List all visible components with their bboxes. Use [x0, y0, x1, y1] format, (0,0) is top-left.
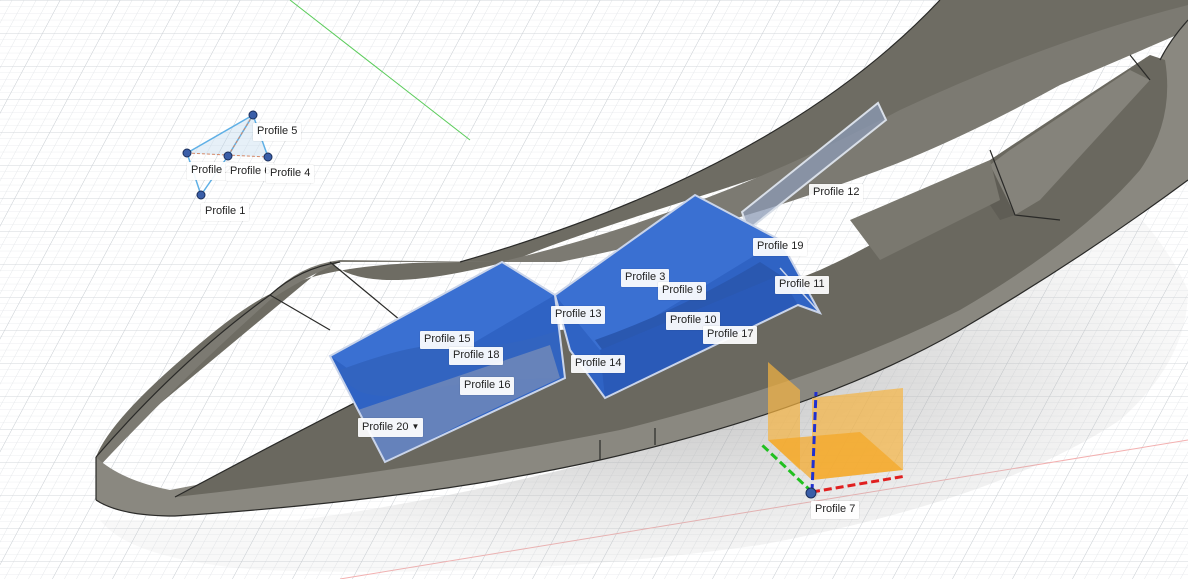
- profile-label-text: Profile 13: [555, 308, 602, 320]
- profile-label-text: Profile 18: [453, 349, 500, 361]
- profile-label-17[interactable]: Profile 17: [703, 326, 758, 344]
- profile-label-text: Profile 6: [230, 165, 271, 177]
- profile-label-9[interactable]: Profile 9: [658, 282, 707, 300]
- profile-label-13[interactable]: Profile 13: [551, 306, 606, 324]
- profile-label-text: Profile 14: [575, 357, 622, 369]
- profile-label-4[interactable]: Profile 4: [266, 165, 315, 183]
- model-scene[interactable]: [0, 0, 1188, 579]
- profile-label-18[interactable]: Profile 18: [449, 347, 504, 365]
- 3d-viewport[interactable]: Profile 5 Profile 2 Profile 6 Profile 4 …: [0, 0, 1188, 579]
- profile-label-12[interactable]: Profile 12: [809, 184, 864, 202]
- profile-label-text: Profile 12: [813, 186, 860, 198]
- profile-label-20[interactable]: Profile 20 ▼: [358, 418, 424, 437]
- profile-label-text: Profile 7: [815, 503, 856, 515]
- profile-label-text: Profile 17: [707, 328, 754, 340]
- chevron-down-icon[interactable]: ▼: [411, 422, 419, 431]
- profile-label-16[interactable]: Profile 16: [460, 377, 515, 395]
- profile-label-text: Profile 20: [362, 421, 409, 433]
- profile-label-1[interactable]: Profile 1: [201, 203, 250, 221]
- profile-label-text: Profile 15: [424, 333, 471, 345]
- profile-label-text: Profile 19: [757, 240, 804, 252]
- profile-label-7[interactable]: Profile 7: [811, 501, 860, 519]
- profile-label-text: Profile 4: [270, 167, 311, 179]
- profile-label-19[interactable]: Profile 19: [753, 238, 808, 256]
- profile-label-text: Profile 16: [464, 379, 511, 391]
- profile-label-text: Profile 1: [205, 205, 246, 217]
- profile-label-text: Profile 5: [257, 125, 298, 137]
- profile-label-5[interactable]: Profile 5: [253, 123, 302, 141]
- profile-label-text: Profile 11: [779, 278, 825, 290]
- profile-label-text: Profile 9: [662, 284, 703, 296]
- profile-label-14[interactable]: Profile 14: [571, 355, 626, 373]
- origin-point: [805, 487, 817, 499]
- profile-label-11[interactable]: Profile 11: [775, 276, 829, 294]
- profile-label-text: Profile 10: [670, 314, 717, 326]
